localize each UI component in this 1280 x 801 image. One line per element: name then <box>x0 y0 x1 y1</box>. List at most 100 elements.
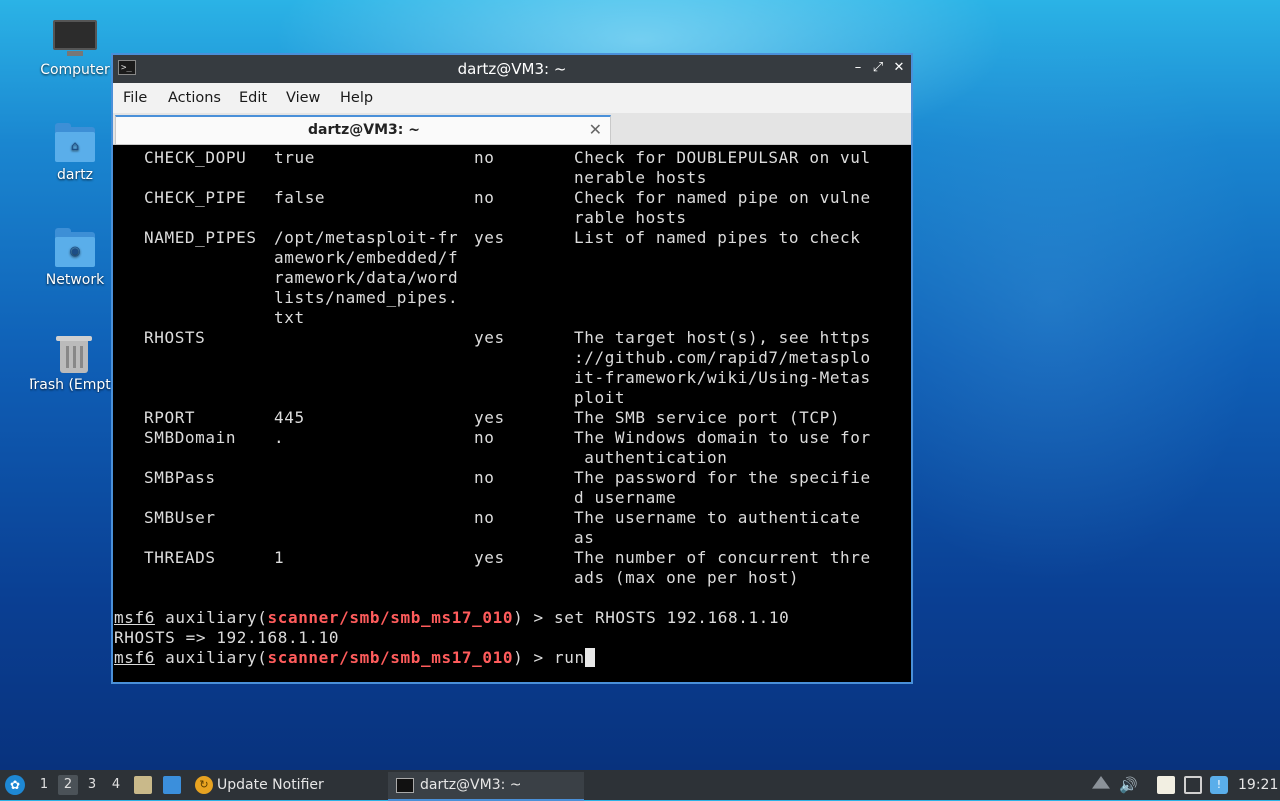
terminal-output[interactable]: CHECK_DOPU true no Check for DOUBLEPULSAR o… <box>113 145 911 682</box>
prompt-module: scanner/smb/smb_ms17_010 <box>267 608 514 627</box>
maximize-button[interactable]: ⤢ <box>869 59 887 77</box>
menu-view[interactable]: View <box>286 90 320 106</box>
prompt-text: ) > <box>513 648 555 667</box>
computer-icon <box>53 18 97 58</box>
option-description: Check for named pipe on vulne <box>574 188 871 207</box>
option-current-setting: false <box>274 188 326 207</box>
workspace-2[interactable]: 2 <box>58 775 78 795</box>
option-name: CHECK_DOPU <box>144 148 247 167</box>
trash-icon <box>52 333 96 373</box>
option-description: authentication <box>574 448 728 467</box>
option-name: SMBUser <box>144 508 216 527</box>
option-description: The Windows domain to use for <box>574 428 871 447</box>
tab-terminal[interactable]: dartz@VM3: ~ ✕ <box>115 115 611 144</box>
notification-icon[interactable]: ! <box>1210 776 1228 794</box>
prompt-text: ) > <box>513 608 555 627</box>
tab-label: dartz@VM3: ~ <box>308 122 420 138</box>
home-folder-icon: ⌂ <box>53 123 97 163</box>
desktop-icon-label: dartz <box>56 167 94 183</box>
option-required: no <box>474 188 495 207</box>
menu-edit[interactable]: Edit <box>239 90 267 106</box>
option-current-setting: /opt/metasploit-fr <box>274 228 459 247</box>
network-folder-icon: ◉ <box>53 228 97 268</box>
option-description: Check for DOUBLEPULSAR on vul <box>574 148 871 167</box>
option-required: yes <box>474 408 505 427</box>
command-output: RHOSTS => 192.168.1.10 <box>114 628 340 647</box>
option-description: nerable hosts <box>574 168 708 187</box>
option-description: rable hosts <box>574 208 687 227</box>
workspace-4[interactable]: 4 <box>106 775 126 795</box>
option-required: no <box>474 508 495 527</box>
option-current-setting: amework/embedded/f <box>274 248 459 267</box>
prompt-line: msf6 auxiliary(scanner/smb/smb_ms17_010)… <box>114 648 595 668</box>
option-name: RPORT <box>144 408 196 427</box>
volume-icon[interactable]: 🔊 <box>1119 776 1138 794</box>
command-text: set RHOSTS 192.168.1.10 <box>554 608 790 627</box>
option-name: NAMED_PIPES <box>144 228 257 247</box>
option-required: no <box>474 468 495 487</box>
taskbar: ✿ 1 2 3 4 ↻ Update Notifier dartz@VM3: ~ … <box>0 770 1280 801</box>
option-name: RHOSTS <box>144 328 206 347</box>
network-icon[interactable] <box>1184 776 1202 794</box>
workspace-1[interactable]: 1 <box>34 775 54 795</box>
desktop-icon-computer[interactable]: Computer <box>30 18 120 78</box>
option-description: d username <box>574 488 677 507</box>
text-cursor <box>584 648 595 667</box>
option-current-setting: . <box>274 428 285 447</box>
prompt-line: msf6 auxiliary(scanner/smb/smb_ms17_010)… <box>114 608 789 628</box>
task-update-notifier[interactable]: ↻ Update Notifier <box>192 772 372 799</box>
desktop-icon-label: Computer <box>40 62 110 78</box>
option-required: yes <box>474 548 505 567</box>
task-terminal[interactable]: dartz@VM3: ~ <box>388 772 584 801</box>
file-manager-icon[interactable] <box>134 776 152 794</box>
desktop-icon-label: Network <box>45 272 105 288</box>
workspace-3[interactable]: 3 <box>82 775 102 795</box>
prompt-user: msf6 <box>114 608 155 627</box>
show-desktop-icon[interactable] <box>163 776 181 794</box>
menu-help[interactable]: Help <box>340 90 373 106</box>
terminal-window[interactable]: >_ dartz@VM3: ~ – ⤢ ✕ File Actions Edit … <box>111 53 913 684</box>
window-title: dartz@VM3: ~ <box>457 60 567 78</box>
option-current-setting: ramework/data/word <box>274 268 459 287</box>
terminal-icon <box>396 777 414 793</box>
option-required: yes <box>474 328 505 347</box>
option-description: The password for the specifie <box>574 468 871 487</box>
option-description: List of named pipes to check <box>574 228 861 247</box>
tab-bar: dartz@VM3: ~ ✕ <box>113 113 911 145</box>
desktop-icon-network[interactable]: ◉ Network <box>30 228 120 288</box>
tab-close-icon[interactable]: ✕ <box>589 120 602 139</box>
option-current-setting: true <box>274 148 315 167</box>
option-description: The target host(s), see https <box>574 328 871 347</box>
option-name: CHECK_PIPE <box>144 188 247 207</box>
command-text: run <box>554 648 585 667</box>
desktop-icon-home[interactable]: ⌂ dartz <box>30 123 120 183</box>
option-description: The SMB service port (TCP) <box>574 408 841 427</box>
desktop-icon-trash[interactable]: Trash (Empty) <box>30 333 114 393</box>
window-titlebar[interactable]: >_ dartz@VM3: ~ – ⤢ ✕ <box>113 55 911 83</box>
clock[interactable]: 19:21 <box>1238 770 1278 800</box>
clipboard-icon[interactable] <box>1157 776 1175 794</box>
option-name: THREADS <box>144 548 216 567</box>
option-description: The username to authenticate <box>574 508 861 527</box>
option-description: ://github.com/rapid7/metasplo <box>574 348 871 367</box>
menu-bar: File Actions Edit View Help <box>113 83 911 113</box>
option-current-setting: 445 <box>274 408 305 427</box>
menu-file[interactable]: File <box>123 90 147 106</box>
option-description: The number of concurrent thre <box>574 548 871 567</box>
option-description: ploit <box>574 388 626 407</box>
start-menu-icon[interactable]: ✿ <box>5 775 25 795</box>
prompt-text: auxiliary( <box>154 608 268 627</box>
minimize-button[interactable]: – <box>849 59 867 77</box>
option-current-setting: txt <box>274 308 305 327</box>
task-label: dartz@VM3: ~ <box>420 777 522 793</box>
prompt-user: msf6 <box>114 648 155 667</box>
desktop-icon-label: Trash (Empty) <box>30 377 114 393</box>
option-current-setting: lists/named_pipes. <box>274 288 459 307</box>
menu-actions[interactable]: Actions <box>168 90 221 106</box>
close-button[interactable]: ✕ <box>890 59 908 77</box>
prompt-module: scanner/smb/smb_ms17_010 <box>267 648 514 667</box>
update-notifier-icon: ↻ <box>195 776 213 794</box>
eject-icon[interactable] <box>1092 776 1110 789</box>
option-description: as <box>574 528 595 547</box>
option-description: it-framework/wiki/Using-Metas <box>574 368 871 387</box>
